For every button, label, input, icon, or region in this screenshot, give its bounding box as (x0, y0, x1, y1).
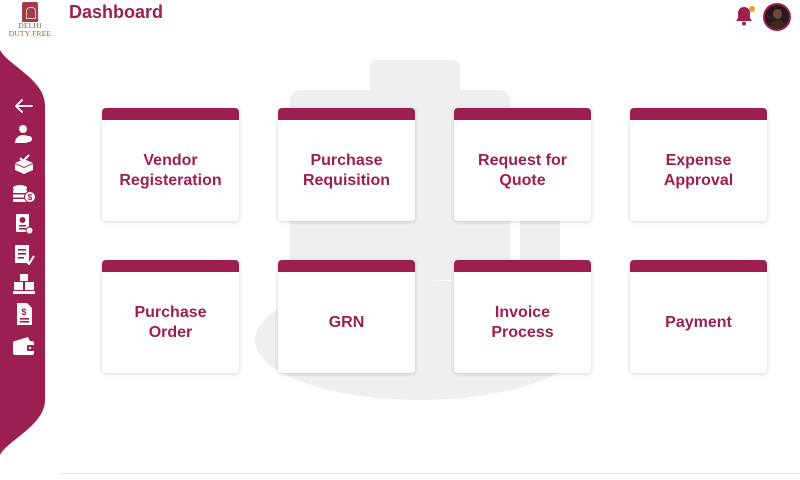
card-purchase-order[interactable]: Purchase Order (102, 260, 239, 373)
box-check-icon (15, 154, 33, 174)
card-label: Payment (665, 313, 732, 331)
card-header-bar (630, 260, 767, 272)
checklist-icon (15, 245, 35, 265)
sidebar-item-expense[interactable] (12, 212, 36, 236)
boxes-icon (13, 274, 35, 294)
back-arrow-icon[interactable] (12, 94, 36, 118)
card-header-bar (278, 260, 415, 272)
wallet-icon (13, 337, 34, 355)
card-header-bar (102, 260, 239, 272)
bottom-divider (60, 473, 800, 474)
card-header-bar (630, 108, 767, 120)
svg-text:$: $ (28, 193, 33, 202)
card-header-bar (278, 108, 415, 120)
brand-logo[interactable]: DELHI DUTY FREE (0, 0, 60, 44)
sidebar-item-requisition[interactable] (12, 152, 36, 176)
logo-emblem (22, 2, 38, 22)
card-label: Invoice Process (491, 303, 554, 341)
sidebar: $ $ (0, 50, 48, 460)
card-header-bar (454, 108, 591, 120)
card-purchase-requisition[interactable]: Purchase Requisition (278, 108, 415, 221)
card-grn[interactable]: GRN (278, 260, 415, 373)
notification-badge (749, 6, 755, 12)
card-label: Expense Approval (663, 151, 734, 189)
card-invoice-process[interactable]: Invoice Process (454, 260, 591, 373)
sidebar-item-vendor[interactable] (12, 122, 36, 146)
document-dollar-icon: $ (17, 303, 32, 325)
invoice-receipt-icon (16, 214, 34, 235)
coins-dollar-icon: $ (13, 185, 36, 203)
sidebar-item-invoice[interactable]: $ (12, 302, 36, 326)
sidebar-item-grn[interactable] (12, 272, 36, 296)
card-label: Purchase Requisition (302, 151, 391, 189)
card-request-for-quote[interactable]: Request for Quote (454, 108, 591, 221)
avatar[interactable] (763, 3, 791, 31)
card-label: Vendor Registeration (119, 151, 222, 189)
page-title: Dashboard (69, 2, 164, 22)
sidebar-item-quote[interactable]: $ (12, 182, 36, 206)
card-label: Purchase Order (134, 303, 207, 341)
card-payment[interactable]: Payment (630, 260, 767, 373)
sidebar-item-purchase-order[interactable] (12, 242, 36, 266)
svg-text:$: $ (21, 307, 26, 317)
card-label: Request for Quote (478, 151, 567, 189)
card-header-bar (102, 108, 239, 120)
card-expense-approval[interactable]: Expense Approval (630, 108, 767, 221)
user-icon (15, 125, 32, 143)
card-vendor-registration[interactable]: Vendor Registeration (102, 108, 239, 221)
sidebar-item-payment[interactable] (12, 334, 36, 358)
card-label: GRN (328, 313, 365, 331)
card-header-bar (454, 260, 591, 272)
logo-line2: DUTY FREE (8, 29, 52, 38)
